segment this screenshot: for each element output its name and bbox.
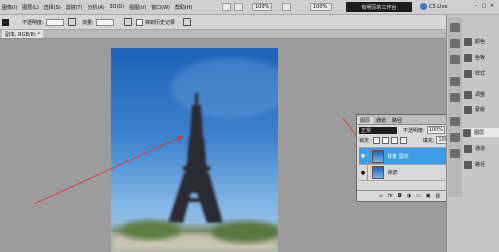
tab-paths[interactable]: 路径 [389, 117, 405, 124]
dock-entry-color[interactable]: 颜色 [464, 37, 485, 46]
dock-entry-adjustments[interactable]: 调整 [464, 90, 485, 99]
new-layer-icon[interactable]: ▣ [426, 193, 431, 199]
folder-icon[interactable]: ▭ [416, 193, 421, 199]
lock-paint-icon[interactable] [381, 136, 389, 144]
layer-thumbnail [372, 166, 384, 179]
layer-opacity-field[interactable]: 100% [426, 126, 445, 134]
dock-icon-6[interactable] [450, 117, 460, 126]
blend-row: 正常 不透明度: 100% [359, 126, 445, 134]
dock-icon-7[interactable] [450, 133, 460, 142]
styles-icon [464, 69, 472, 78]
lock-transparent-icon[interactable] [372, 136, 380, 144]
dock-icon-1[interactable] [450, 23, 460, 32]
layer-row-background[interactable]: ● 背景 🔒 [359, 164, 460, 181]
masks-icon [464, 105, 472, 114]
link-icon[interactable]: ∞ [379, 193, 383, 199]
panel-dock: 颜色 色板 样式 调整 蒙版 图层 通道 路径 [446, 15, 499, 252]
layers-icon [463, 128, 471, 137]
tab-channels[interactable]: 通道 [373, 117, 389, 124]
lock-row: 锁定: 填充: 100% [359, 136, 455, 144]
layer-name: 背景 [387, 170, 398, 176]
lock-position-icon[interactable] [390, 136, 398, 144]
lock-all-icon[interactable] [399, 136, 407, 144]
dock-entry-styles[interactable]: 样式 [464, 69, 485, 78]
trash-icon[interactable]: ▥ [435, 193, 440, 199]
arrow-to-tower [33, 135, 184, 205]
paths-icon [464, 160, 472, 169]
dock-entry-channels[interactable]: 通道 [464, 144, 485, 153]
layer-row-background-copy[interactable]: ● 背景 副本 [359, 147, 460, 165]
dock-entry-paths[interactable]: 路径 [464, 160, 485, 169]
fx-icon[interactable]: fx [388, 193, 393, 199]
adjust-icon[interactable]: ◑ [407, 193, 411, 199]
eye-icon[interactable]: ● [359, 164, 368, 181]
adjustments-icon [464, 90, 472, 99]
mask-icon[interactable]: ◘ [398, 193, 402, 199]
dock-entry-layers[interactable]: 图层 [463, 128, 499, 137]
channels-icon [464, 144, 472, 153]
dock-icon-5[interactable] [450, 93, 460, 102]
swatches-icon [464, 53, 472, 62]
layer-name: 背景 副本 [387, 153, 409, 160]
tab-layers[interactable]: 图层 [357, 117, 374, 124]
eye-icon[interactable]: ● [359, 147, 368, 165]
dock-icon-2[interactable] [450, 39, 460, 48]
layer-thumbnail [372, 149, 384, 163]
dock-icon-8[interactable] [450, 149, 460, 158]
blend-mode-select[interactable]: 正常 [359, 126, 397, 134]
tool-icon-column [448, 17, 462, 197]
dock-icon-4[interactable] [450, 77, 460, 86]
dock-entry-masks[interactable]: 蒙版 [464, 105, 485, 114]
dock-entry-swatches[interactable]: 色板 [464, 53, 485, 62]
dock-icon-3[interactable] [450, 55, 460, 64]
color-icon [464, 37, 472, 46]
